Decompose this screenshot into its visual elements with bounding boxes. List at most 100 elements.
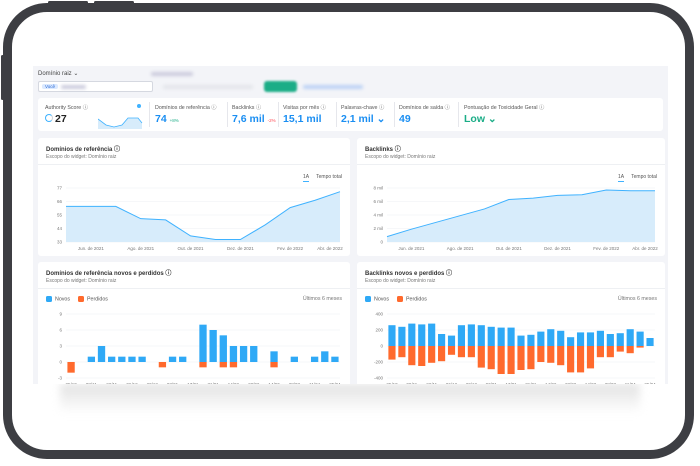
bar-perdidos [576,346,585,373]
bar-perdidos [557,346,565,366]
scope-label: Domínio raiz [38,71,72,77]
y-tick-label: 8 mil [373,186,383,191]
x-tick-label: Abr. de 2022 [632,246,658,251]
x-tick-label: 22/11 [426,382,437,384]
x-tick-label: Dez. de 2021 [544,246,571,251]
metric-label: Authority Score [45,105,82,111]
x-tick-label: Abr. de 2022 [317,246,343,251]
y-tick-label: 6 mil [373,199,383,204]
bar-novos [388,325,396,346]
bar-perdidos [527,346,535,370]
metric-keywords[interactable]: Palavras-chave ⓘ 2,1 mil ⌄ [341,103,385,125]
bar-novos [179,356,187,362]
bar-perdidos [67,362,75,373]
bar-perdidos [487,346,495,370]
y-tick-label: 0 [59,360,62,365]
x-tick-label: Fev. de 2022 [277,246,303,251]
bar-novos [250,346,258,362]
x-tick-label: 28/03 [605,382,617,384]
bar-perdidos [547,346,555,363]
shadow [60,384,640,414]
bar-novos [576,332,585,346]
x-tick-label: 28/03 [289,382,301,384]
bar-novos [310,356,319,362]
metric-label: Domínios de referência [155,105,210,111]
x-tick-label: Jun. de 2021 [398,246,425,251]
bar-perdidos [477,346,485,368]
bar-novos [646,338,654,346]
metric-label: Backlinks [232,105,255,111]
metric-value: 74 [155,113,167,125]
x-tick-label: 14/03 [268,382,280,384]
bar-perdidos [636,346,644,348]
y-tick-label: 200 [375,328,383,333]
bar-novos [168,356,177,362]
y-tick-label: 2 mil [373,226,383,231]
x-tick-label: 28/02 [248,382,260,384]
compare-button[interactable] [264,81,297,92]
bar-perdidos [596,346,604,358]
x-tick-label: 20/12 [466,382,478,384]
bar-novos [199,324,207,362]
y-tick-label: 33 [57,240,63,245]
x-tick-label: 25/10 [65,382,77,384]
x-tick-label: Ago. de 2021 [127,246,154,251]
scope-dropdown[interactable]: Domínio raiz ⌄ [38,70,78,77]
competitor-input[interactable] [163,85,253,89]
metric-outgoing-domains: Domínios de saída ⓘ 49 [399,105,450,125]
x-tick-label: Fev. de 2022 [593,246,619,251]
bar-perdidos [388,346,396,360]
x-tick-label: 31/01 [208,382,220,384]
bar-novos [87,356,96,362]
bar-perdidos [457,346,466,358]
bar-perdidos [398,346,406,358]
x-tick-label: 11/04 [309,382,320,384]
x-tick-label: 28/02 [565,382,577,384]
x-tick-label: 17/01 [187,382,199,384]
y-tick-label: 55 [57,213,63,218]
x-tick-label: 08/11 [86,382,97,384]
y-tick-label: 400 [375,312,383,317]
bar-novos [331,356,339,362]
bar-perdidos [507,346,515,374]
bar-perdidos [537,346,545,362]
new-lost-backlinks-card: Backlinks novos e perdidos ⓘ Escopo do wi… [357,262,665,384]
bar-novos [219,335,227,362]
bar-novos [507,327,515,346]
x-tick-label: Out. de 2021 [178,246,205,251]
metric-label: Domínios de saída [399,105,444,111]
chart-svg: 8 mil 6 mil 4 mil 2 mil 0 Jun. de 2021 Ago. de… [373,186,658,252]
referring-domains-card: Domínios de referência ⓘ Escopo do widget… [38,138,350,256]
metric-backlinks: Backlinks ⓘ 7,6 mil -2% [232,105,276,125]
metric-referring-domains: Domínios de referência ⓘ 74 +8% [155,105,217,125]
bar-perdidos [467,346,475,358]
add-competitor-link[interactable] [303,85,363,89]
metric-toxicity[interactable]: Pontuação de Toxicidade Geral ⓘ Low ⌄ [464,103,544,125]
x-tick-label: 31/01 [525,382,537,384]
x-tick-label: 08/11 [406,382,417,384]
metric-label: Visitas por mês [283,105,320,111]
bar-novos [408,323,416,346]
dashboard: Domínio raiz ⌄ Você Authority Score ⓘ 27 … [33,66,668,384]
metric-authority-score: Authority Score ⓘ 27 [45,105,88,125]
metric-visits: Visitas por mês ⓘ 15,1 mil [283,105,326,125]
bar-perdidos [586,346,595,369]
domain-input[interactable]: Você [38,81,153,92]
x-tick-label: 22/11 [106,382,117,384]
x-tick-label: 06/12 [446,382,458,384]
bar-novos [537,331,545,346]
y-tick-label: 6 [59,328,62,333]
bar-novos [606,334,614,346]
x-tick-label: Dez. de 2021 [227,246,254,251]
metric-delta: -2% [267,118,276,123]
bar-novos [626,329,634,346]
x-tick-label: 14/02 [545,382,557,384]
area-fill [387,190,655,242]
bar-perdidos [199,362,207,368]
x-tick-label: 03/01 [486,382,498,384]
metrics-bar: Authority Score ⓘ 27 Domínios de referênc… [38,98,663,131]
chart-svg: 77 66 55 44 33 Jun. de 2021 Ago. de 2021 Out. d… [57,186,343,252]
y-tick-label: -3 [58,376,62,381]
bar-novos [567,337,575,346]
bar-novos [487,326,495,346]
